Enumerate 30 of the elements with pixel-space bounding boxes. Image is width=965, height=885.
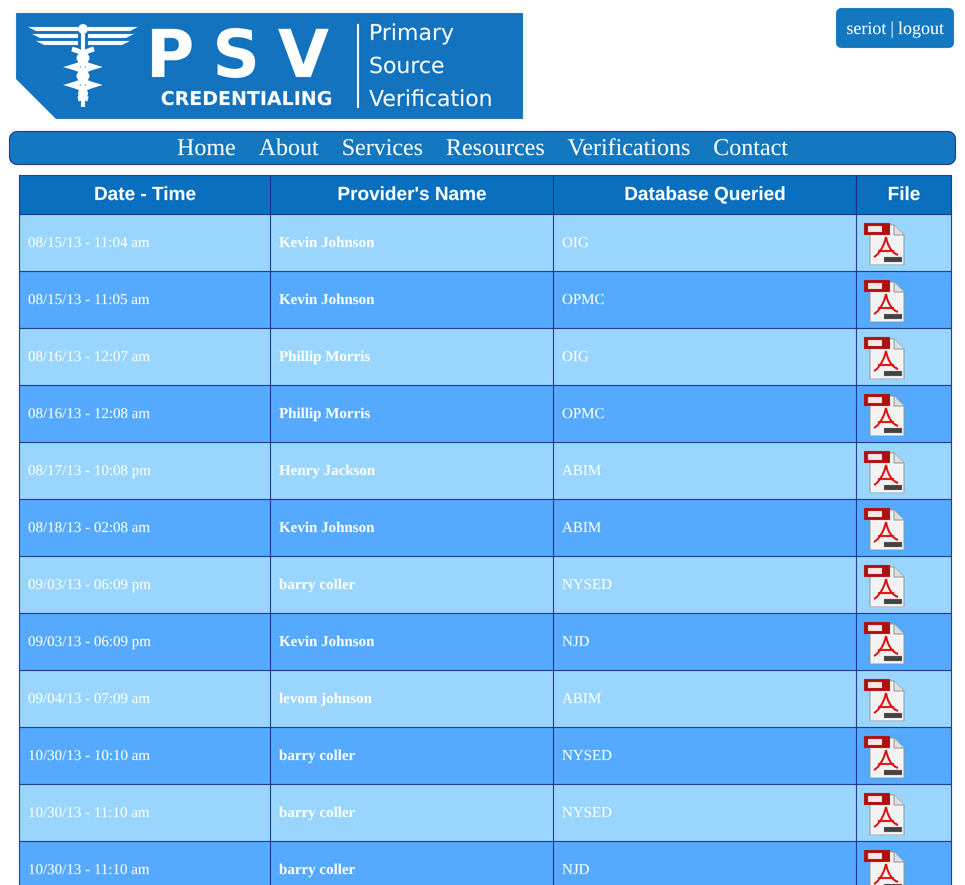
username-link[interactable]: seriot xyxy=(846,14,886,42)
nav-link[interactable]: Contact xyxy=(713,130,788,166)
logo-tagline: Source xyxy=(369,52,446,80)
pdf-file-icon[interactable] xyxy=(864,392,906,436)
pdf-file-icon[interactable] xyxy=(864,221,906,265)
nav-link[interactable]: About xyxy=(258,130,319,166)
date-time-cell: 10/30/13 - 11:10 am xyxy=(20,842,270,885)
nav-link[interactable]: Home xyxy=(177,130,236,166)
logo-tagline: Verification xyxy=(369,86,493,114)
pdf-file-icon[interactable] xyxy=(864,506,906,550)
pdf-file-icon[interactable] xyxy=(864,335,906,379)
logo-subtitle: CREDENTIALING xyxy=(160,88,332,110)
logout-link[interactable]: logout xyxy=(898,14,944,42)
nav-link[interactable]: Resources xyxy=(446,130,545,166)
pdf-file-icon[interactable] xyxy=(864,677,906,721)
pdf-file-icon[interactable] xyxy=(864,848,906,885)
pdf-file-icon[interactable] xyxy=(864,278,906,322)
pdf-file-icon[interactable] xyxy=(864,449,906,493)
column-header: Date - Time xyxy=(20,176,270,214)
pdf-file-icon[interactable] xyxy=(864,734,906,778)
nav-link[interactable]: Services xyxy=(342,130,424,166)
logo-title: PSV xyxy=(146,22,347,88)
column-header: Provider's Name xyxy=(270,176,554,214)
nav-link[interactable]: Verifications xyxy=(568,130,690,166)
pdf-file-icon[interactable] xyxy=(864,620,906,664)
pdf-file-icon[interactable] xyxy=(864,791,906,835)
pdf-file-icon[interactable] xyxy=(864,563,906,607)
separator: | xyxy=(890,16,894,40)
column-header: Database Queried xyxy=(554,176,856,214)
logo-tagline: Primary xyxy=(369,20,456,48)
